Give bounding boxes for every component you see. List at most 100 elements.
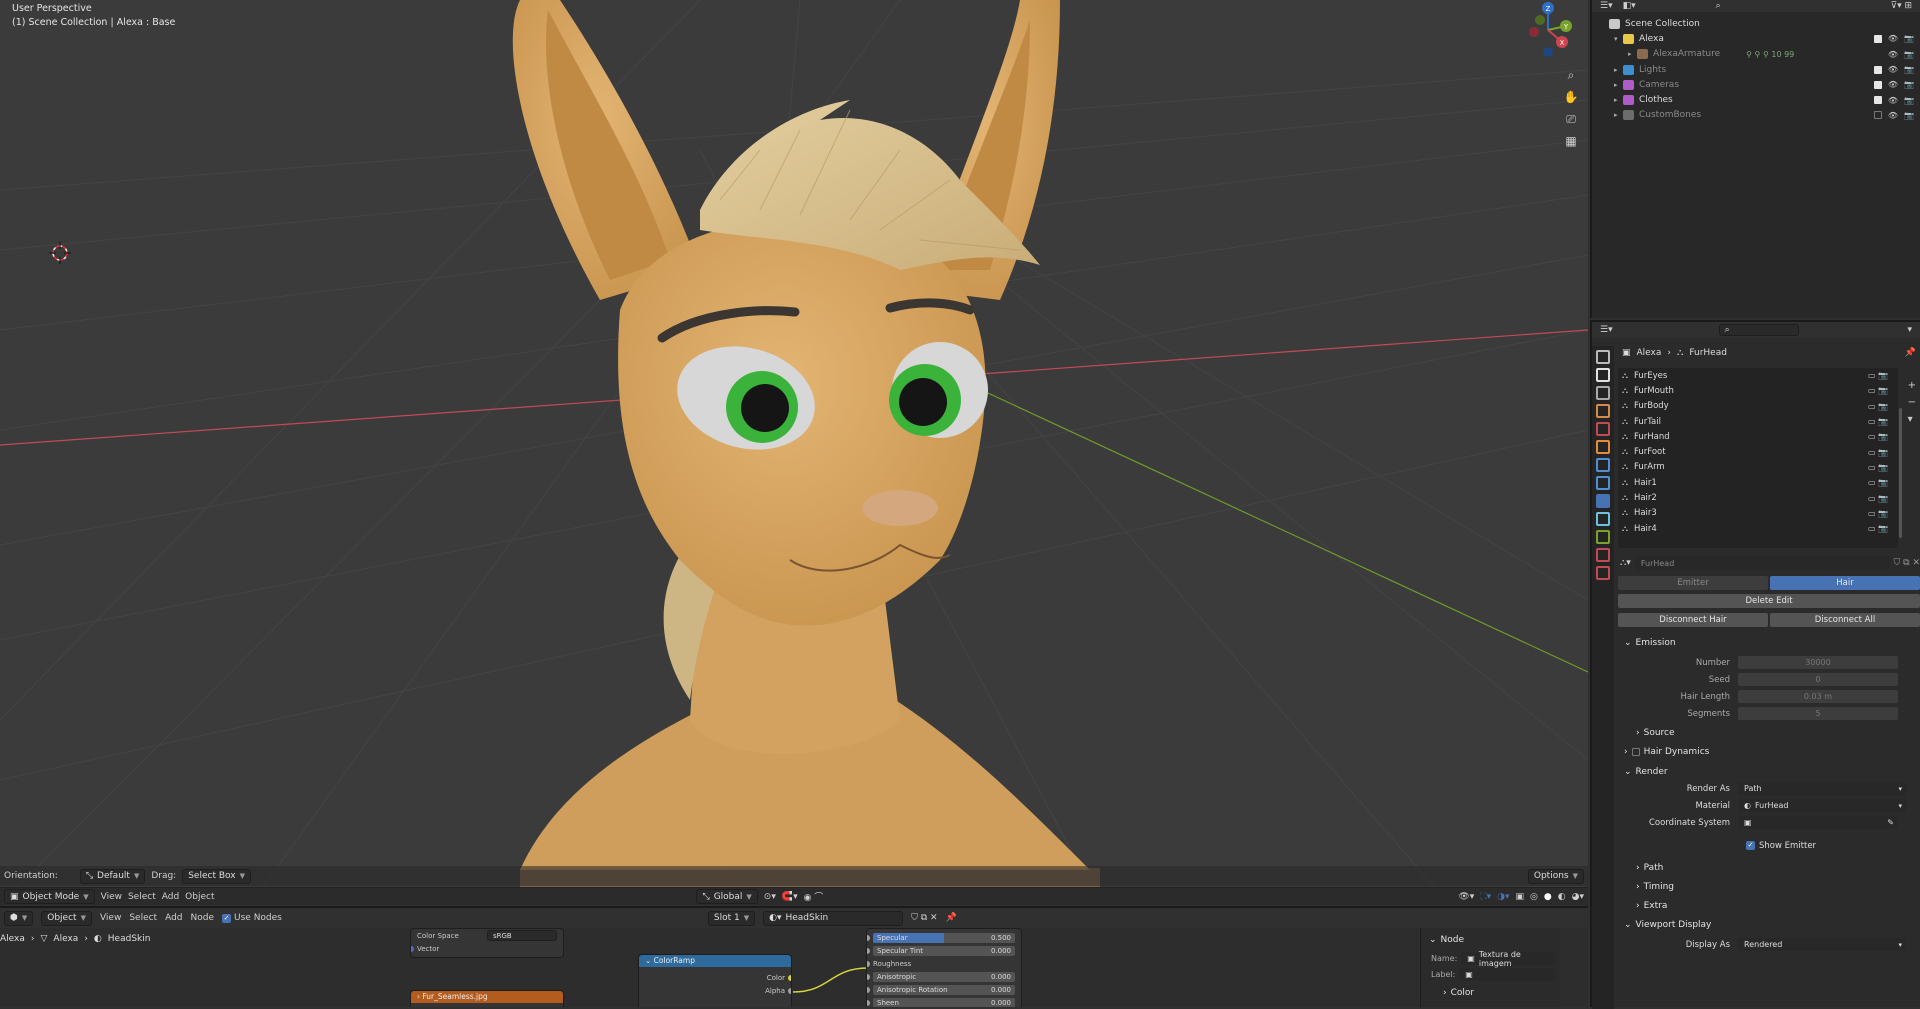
editor-type-icon[interactable]: ☰▾: [1600, 1, 1613, 11]
shading-wireframe-icon[interactable]: ◎: [1530, 892, 1538, 902]
display-as-dropdown[interactable]: Rendered ▾: [1738, 938, 1906, 951]
fake-user-icon[interactable]: ⛉ ⧉ ✕: [1894, 558, 1920, 568]
select-menu[interactable]: Select: [128, 892, 156, 902]
input-socket[interactable]: [867, 999, 870, 1006]
input-socket[interactable]: [867, 973, 870, 980]
3d-viewport[interactable]: User Perspective (1) Scene Collection | …: [0, 0, 1588, 905]
source-subpanel[interactable]: › Source: [1618, 725, 1920, 741]
property-tab-icon[interactable]: [1596, 548, 1610, 562]
pan-hand-icon[interactable]: ✋: [1562, 88, 1580, 106]
snap-icon[interactable]: 🧲▾: [782, 892, 798, 902]
particle-system-item[interactable]: ⛬ FurArm ▭ 📷: [1618, 460, 1898, 475]
image-texture-node[interactable]: Color Space sRGB Vector: [410, 928, 564, 958]
gizmo-toggle-icon[interactable]: ⛶▾: [1480, 892, 1491, 902]
ne-add-menu[interactable]: Add: [165, 913, 182, 923]
property-tab-icon[interactable]: [1596, 386, 1610, 400]
vector-socket[interactable]: [411, 945, 414, 952]
particle-system-item[interactable]: ⛬ Hair4 ▭ 📷: [1618, 521, 1898, 536]
property-tab-icon[interactable]: [1596, 368, 1610, 382]
disclosure-closed-icon[interactable]: ▸: [1614, 96, 1623, 104]
delete-edit-button[interactable]: Delete Edit: [1618, 594, 1920, 608]
camera-view-icon[interactable]: ⎚: [1562, 110, 1580, 128]
viewport-render-toggle-icons[interactable]: ▭ 📷: [1868, 509, 1888, 518]
list-scrollbar[interactable]: [1899, 408, 1902, 538]
options-dropdown[interactable]: Options ▼: [1527, 868, 1584, 884]
camera-icon[interactable]: 📷: [1904, 80, 1914, 89]
eye-icon[interactable]: 👁: [1888, 96, 1898, 105]
camera-icon[interactable]: 📷: [1904, 65, 1914, 74]
ne-view-menu[interactable]: View: [100, 913, 121, 923]
disclosure-closed-icon[interactable]: ▸: [1614, 81, 1623, 89]
particle-system-item[interactable]: ⛬ FurEyes ▭ 📷: [1618, 368, 1898, 383]
node-label-field[interactable]: ▣: [1459, 968, 1556, 981]
shader-type-dropdown[interactable]: Object ▼: [41, 910, 92, 926]
render-as-dropdown[interactable]: Path ▾: [1738, 782, 1906, 795]
camera-icon[interactable]: 📷: [1904, 111, 1914, 120]
camera-icon[interactable]: 📷: [1904, 96, 1914, 105]
particle-system-item[interactable]: ⛬ FurFoot ▭ 📷: [1618, 444, 1898, 459]
emitter-tab[interactable]: Emitter: [1618, 576, 1768, 590]
node-section-header[interactable]: ⌄ Node: [1421, 932, 1560, 948]
viewport-render-toggle-icons[interactable]: ▭ 📷: [1868, 386, 1888, 395]
particle-system-item[interactable]: ⛬ FurMouth ▭ 📷: [1618, 383, 1898, 398]
ne-select-menu[interactable]: Select: [129, 913, 157, 923]
particle-system-item[interactable]: ⛬ FurTail ▭ 📷: [1618, 414, 1898, 429]
shading-rendered-icon[interactable]: ◕▾: [1572, 892, 1584, 902]
exclude-checkbox[interactable]: [1873, 65, 1882, 74]
render-section-header[interactable]: ⌄ Render: [1618, 764, 1920, 780]
eye-icon[interactable]: 👁: [1888, 111, 1898, 120]
camera-icon[interactable]: 📷: [1904, 34, 1914, 43]
principled-bsdf-node[interactable]: Specular 0.500 Specular Tint 0.000 Roughness…: [866, 928, 1022, 1007]
input-socket[interactable]: [867, 986, 870, 993]
viewport-render-toggle-icons[interactable]: ▭ 📷: [1868, 478, 1888, 487]
property-tab-icon[interactable]: [1596, 350, 1610, 364]
colorramp-node[interactable]: ⌄ ColorRamp Color Alpha: [638, 954, 792, 1007]
shading-material-icon[interactable]: ◐: [1558, 892, 1566, 902]
bsdf-slider[interactable]: Sheen 0.000: [873, 997, 1015, 1007]
display-mode-icon[interactable]: ◧▾: [1623, 1, 1636, 11]
bsdf-slider[interactable]: Specular 0.500: [873, 932, 1015, 943]
bsdf-slider[interactable]: Specular Tint 0.000: [873, 945, 1015, 956]
fake-user-icon[interactable]: ⛉ ⧉ ✕: [911, 913, 937, 923]
color-section-header[interactable]: › Color: [1421, 985, 1560, 1001]
visibility-icon[interactable]: 👁▾: [1458, 892, 1474, 902]
viewport-render-toggle-icons[interactable]: ▭ 📷: [1868, 432, 1888, 441]
ne-node-menu[interactable]: Node: [191, 913, 215, 923]
input-socket[interactable]: [867, 934, 870, 941]
pin-icon[interactable]: 📌: [946, 913, 957, 923]
navigation-gizmo[interactable]: Z X Y: [1518, 0, 1574, 64]
disclosure-closed-icon[interactable]: ▸: [1628, 50, 1637, 58]
add-menu[interactable]: Add: [162, 892, 179, 902]
node-name-field[interactable]: ▣ Textura de imagem: [1461, 950, 1556, 968]
property-tab-icon[interactable]: [1596, 422, 1610, 436]
chevron-down-icon[interactable]: ▾: [1908, 414, 1916, 425]
property-tab-icon[interactable]: [1596, 476, 1610, 490]
viewport-render-toggle-icons[interactable]: ▭ 📷: [1868, 463, 1888, 472]
bsdf-slider[interactable]: Anisotropic 0.000: [873, 971, 1015, 982]
coordinate-system-field[interactable]: ▣ ✎: [1738, 816, 1898, 829]
overlay-toggle-icon[interactable]: ◑▾: [1497, 892, 1509, 902]
material-dropdown[interactable]: ◐ FurHead ▾: [1738, 799, 1906, 812]
property-tab-icon[interactable]: [1596, 458, 1610, 472]
particle-system-item[interactable]: ⛬ Hair2 ▭ 📷: [1618, 490, 1898, 505]
transform-orientation-dropdown[interactable]: ⤡ Global ▼: [696, 889, 758, 904]
outliner-item[interactable]: ▸ CustomBones 👁 📷: [1592, 108, 1920, 123]
viewport-render-toggle-icons[interactable]: ▭ 📷: [1868, 371, 1888, 380]
material-selector[interactable]: ◐▾ HeadSkin: [763, 910, 904, 926]
eye-icon[interactable]: 👁: [1888, 34, 1898, 43]
viewport-render-toggle-icons[interactable]: ▭ 📷: [1868, 402, 1888, 411]
disclosure-closed-icon[interactable]: ▸: [1614, 111, 1623, 119]
particle-system-item[interactable]: ⛬ Hair1 ▭ 📷: [1618, 475, 1898, 490]
extra-subpanel[interactable]: › Extra: [1618, 898, 1920, 914]
particle-system-item[interactable]: ⛬ FurHand ▭ 📷: [1618, 429, 1898, 444]
filter-icon[interactable]: ⊽▾ ⊞: [1890, 1, 1912, 11]
ortho-grid-icon[interactable]: ▦: [1562, 132, 1580, 150]
particle-system-item[interactable]: ⛬ Hair3 ▭ 📷: [1618, 506, 1898, 521]
proportional-edit-icon[interactable]: ◉ ⌒: [804, 890, 824, 903]
outliner-item[interactable]: ▸ Cameras 👁 📷: [1592, 77, 1920, 92]
disclosure-closed-icon[interactable]: ▸: [1614, 66, 1623, 74]
emission-field-value[interactable]: 30000: [1738, 656, 1898, 669]
property-tab-icon[interactable]: [1596, 530, 1610, 544]
eye-icon[interactable]: 👁: [1888, 65, 1898, 74]
drag-dropdown[interactable]: Select Box ▼: [182, 868, 251, 884]
